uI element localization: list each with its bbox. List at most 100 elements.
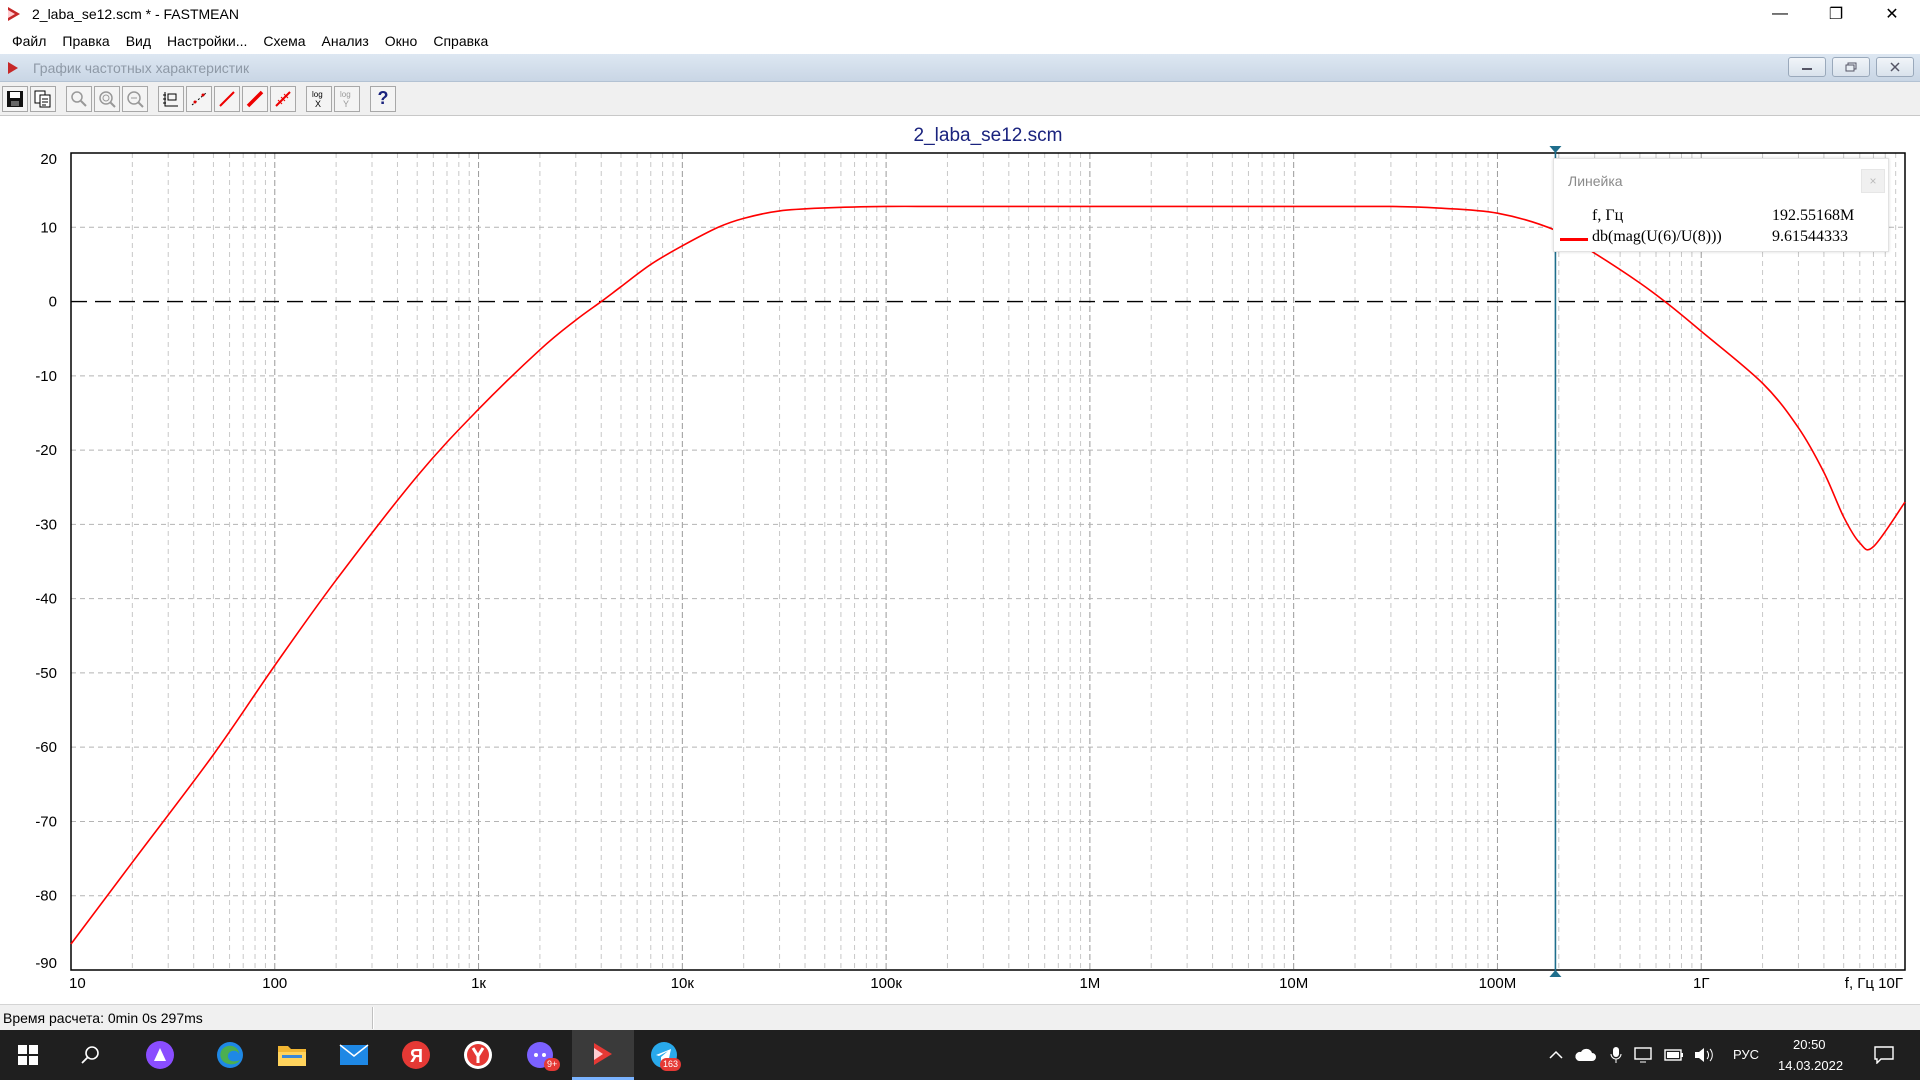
y-tick-label: 20 — [40, 151, 57, 168]
close-button[interactable]: ✕ — [1864, 0, 1920, 28]
zoom-out-icon — [127, 90, 144, 108]
folder-icon — [278, 1046, 306, 1066]
title-bar: 2_laba_se12.scm * - FASTMEAN — ❐ ✕ — [0, 0, 1920, 28]
tray-volume[interactable] — [1692, 1030, 1716, 1080]
log-x-icon: logX — [312, 90, 323, 109]
chart-restore-button[interactable] — [1832, 57, 1870, 77]
taskbar-discord[interactable]: 9+ — [512, 1030, 568, 1080]
x-tick-label: 10к — [671, 975, 695, 992]
help-button[interactable]: ? — [370, 85, 396, 112]
data-points-icon — [191, 92, 207, 105]
chart-close-button[interactable] — [1876, 57, 1914, 77]
battery-icon — [1664, 1049, 1683, 1061]
taskbar-explorer[interactable] — [264, 1030, 320, 1080]
minimize-button[interactable]: — — [1752, 0, 1808, 28]
network-icon — [1634, 1047, 1652, 1063]
y-tick-label: -30 — [35, 516, 57, 533]
tray-language[interactable]: РУС — [1733, 1047, 1759, 1062]
close-icon — [1890, 62, 1900, 72]
x-tick-label: 10М — [1279, 975, 1308, 992]
telegram-badge: 163 — [660, 1058, 682, 1071]
cursor-top-marker[interactable] — [1549, 146, 1562, 153]
svg-text:log: log — [312, 90, 323, 99]
save-button[interactable] — [2, 85, 28, 112]
zoom-in-button[interactable] — [94, 85, 120, 112]
taskbar-yandex-browser[interactable]: Я — [388, 1030, 444, 1080]
status-bar: Время расчета: 0min 0s 297ms — [0, 1004, 1920, 1030]
x-tick-label: 1к — [471, 975, 486, 992]
taskbar-edge[interactable] — [202, 1030, 258, 1080]
chevron-up-icon — [1549, 1050, 1563, 1059]
tray-battery[interactable] — [1662, 1030, 1686, 1080]
search-button[interactable] — [62, 1030, 118, 1080]
yandex-browser-icon: Я — [402, 1041, 430, 1069]
thick-line-button[interactable] — [242, 85, 268, 112]
menu-bar: Файл Правка Вид Настройки... Схема Анали… — [0, 28, 1920, 54]
x-axis-ticks: 10 100 1к 10к 100к 1М 10М 100М 1Г — [69, 975, 1709, 992]
menu-analysis[interactable]: Анализ — [314, 28, 377, 54]
menu-file[interactable]: Файл — [4, 28, 54, 54]
y-axis-ticks: 20 10 0 -10 -20 -30 -40 -50 -60 -70 -80 -90 — [35, 151, 57, 972]
restore-icon — [1845, 62, 1857, 72]
svg-text:Y: Y — [343, 99, 349, 109]
taskbar-mail[interactable] — [326, 1030, 382, 1080]
tray-date[interactable]: 14.03.2022 — [1778, 1058, 1843, 1073]
fastmean-app-icon — [594, 1042, 612, 1065]
zoom-out-button[interactable] — [122, 85, 148, 112]
line-button[interactable] — [214, 85, 240, 112]
minimize-icon — [1802, 68, 1812, 70]
ruler-row-name: db(mag(U(6)/U(8))) — [1592, 228, 1722, 245]
app-root: 2_laba_se12.scm * - FASTMEAN — ❐ ✕ Файл … — [0, 0, 1920, 1080]
minor-grid — [131, 153, 1897, 970]
hatch-button[interactable] — [270, 85, 296, 112]
tray-time[interactable]: 20:50 — [1793, 1037, 1826, 1052]
microphone-icon — [1610, 1047, 1622, 1063]
log-y-button[interactable]: log Y — [334, 85, 360, 112]
ruler-panel[interactable]: Линейка × f, Гц 192.55168M db(mag(U(6)/U… — [1553, 158, 1889, 252]
zoom-in-icon — [99, 90, 116, 108]
menu-help[interactable]: Справка — [425, 28, 496, 54]
chart-minimize-button[interactable] — [1788, 57, 1826, 77]
ruler-close-button[interactable]: × — [1861, 169, 1885, 193]
taskbar-yandex[interactable] — [450, 1030, 506, 1080]
tray-network[interactable] — [1632, 1030, 1656, 1080]
restore-button[interactable]: ❐ — [1808, 0, 1864, 28]
svg-text:X: X — [315, 99, 321, 109]
tray-onedrive[interactable] — [1572, 1030, 1598, 1080]
y-tick-label: -60 — [35, 739, 57, 756]
copy-icon — [34, 90, 51, 107]
y-tick-label: 0 — [49, 294, 57, 311]
log-x-button[interactable]: log X — [306, 85, 332, 112]
question-mark-icon: ? — [377, 88, 389, 108]
start-button[interactable] — [0, 1030, 56, 1080]
taskbar: Я 9+ 163 РУС 20:50 14.03.2022 — [0, 1030, 1920, 1080]
x-tick-label: 100 — [262, 975, 287, 992]
taskbar-alice[interactable] — [132, 1030, 188, 1080]
tray-expand-button[interactable] — [1544, 1030, 1568, 1080]
cursor-bottom-marker[interactable] — [1549, 970, 1562, 977]
series-color-swatch — [1560, 238, 1588, 241]
taskbar-telegram[interactable]: 163 — [636, 1030, 692, 1080]
notification-center-button[interactable] — [1864, 1030, 1904, 1080]
menu-window[interactable]: Окно — [377, 28, 426, 54]
fastmean-logo-icon — [8, 7, 20, 21]
menu-edit[interactable]: Правка — [54, 28, 117, 54]
y-tick-label: -50 — [35, 665, 57, 682]
copy-button[interactable] — [30, 85, 56, 112]
magnifier-icon — [71, 90, 87, 107]
menu-view[interactable]: Вид — [118, 28, 159, 54]
chart-window-title: График частотных характеристик — [33, 59, 250, 76]
points-button[interactable] — [186, 85, 212, 112]
menu-schema[interactable]: Схема — [255, 28, 313, 54]
yandex-icon — [464, 1041, 492, 1069]
svg-text:Я: Я — [410, 1046, 423, 1066]
taskbar-fastmean[interactable] — [572, 1030, 634, 1080]
ruler-row-series: db(mag(U(6)/U(8))) 9.61544333 — [1554, 228, 1888, 248]
zoom-button[interactable] — [66, 85, 92, 112]
window-title: 2_laba_se12.scm * - FASTMEAN — [32, 6, 239, 22]
calc-time-status: Время расчета: 0min 0s 297ms — [3, 1010, 203, 1026]
axis-settings-button[interactable] — [158, 85, 184, 112]
menu-settings[interactable]: Настройки... — [159, 28, 255, 54]
tray-microphone[interactable] — [1605, 1030, 1627, 1080]
x-axis-end-label: f, Гц 10Г — [1845, 975, 1903, 992]
